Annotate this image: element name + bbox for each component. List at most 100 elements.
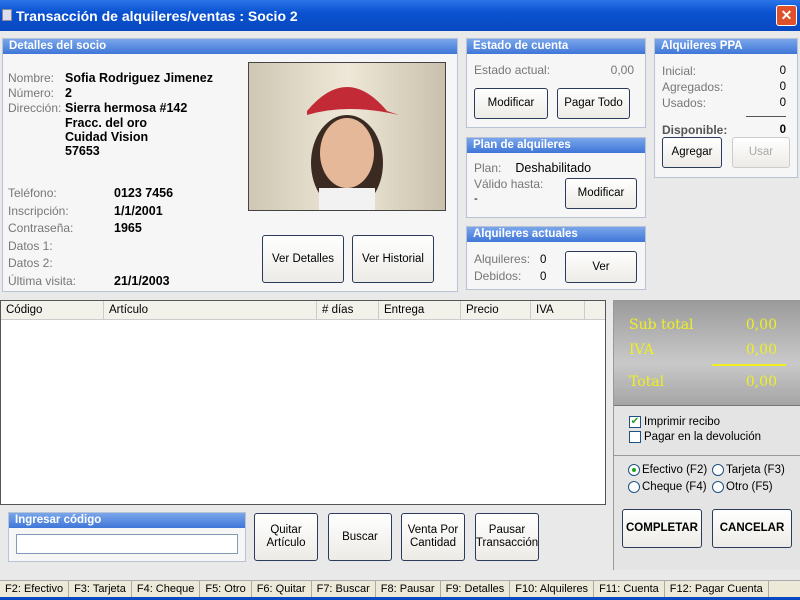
name-value: Sofia Rodriguez Jimenez: [65, 71, 213, 85]
shortcut-other: F5: Otro: [200, 581, 252, 597]
radio-label: Cheque (F4): [642, 481, 707, 493]
subtotal-value: 0,00: [745, 317, 777, 333]
address-label: Dirección:: [8, 101, 62, 115]
checkbox-checked-icon: ✔: [629, 415, 641, 428]
shortcut-pay-account: F12: Pagar Cuenta: [665, 581, 769, 597]
close-button[interactable]: ✕: [776, 5, 797, 26]
status-label: Estado actual:: [474, 63, 551, 77]
phone-value: 0123 7456: [114, 186, 174, 200]
address-value: Sierra hermosa #142: [65, 101, 188, 115]
items-table[interactable]: Código Artículo # días Entrega Precio IV…: [0, 300, 606, 505]
modify-plan-button[interactable]: Modificar: [565, 178, 637, 209]
due-value: 0: [540, 271, 547, 283]
status-value: 0,00: [610, 63, 634, 77]
shortcut-account: F11: Cuenta: [594, 581, 665, 597]
data2-label: Datos 2:: [8, 256, 53, 270]
total-label: Total: [629, 374, 665, 390]
last-visit-value: 21/1/2003: [114, 273, 170, 288]
radio-label: Efectivo (F2): [642, 464, 708, 476]
shortcut-check: F4: Cheque: [132, 581, 201, 597]
panel-header: Alquileres PPA: [655, 39, 797, 54]
initial-label: Inicial:: [662, 64, 697, 78]
shortcut-search: F7: Buscar: [312, 581, 376, 597]
valid-until-value: -: [474, 193, 478, 205]
signup-value: 1/1/2001: [114, 203, 163, 218]
data1-label: Datos 1:: [8, 238, 53, 253]
status-bar: F2: Efectivo F3: Tarjeta F4: Cheque F5: …: [0, 580, 800, 597]
totals-box: Sub total 0,00 IVA 0,00 Total 0,00: [614, 300, 800, 406]
window-title: Transacción de alquileres/ventas : Socio…: [16, 8, 298, 24]
signup-label: Inscripción:: [8, 203, 69, 218]
view-history-button[interactable]: Ver Historial: [352, 235, 434, 283]
view-details-button[interactable]: Ver Detalles: [262, 235, 344, 283]
print-receipt-checkbox[interactable]: ✔ Imprimir recibo: [629, 415, 800, 430]
column-header[interactable]: Precio: [461, 301, 531, 319]
use-ppa-button[interactable]: Usar: [732, 137, 790, 168]
title-bar: Transacción de alquileres/ventas : Socio…: [0, 0, 800, 31]
shortcut-remove: F6: Quitar: [252, 581, 312, 597]
radio-card[interactable]: Tarjeta (F3): [712, 462, 798, 479]
table-header: Código Artículo # días Entrega Precio IV…: [1, 301, 605, 320]
password-label: Contraseña:: [8, 221, 74, 235]
address-line: Cuidad Vision: [65, 130, 149, 144]
cancel-button[interactable]: CANCELAR: [712, 509, 792, 548]
total-value: 0,00: [745, 374, 777, 390]
available-value: 0: [779, 124, 786, 136]
number-label: Número:: [8, 86, 55, 100]
code-input[interactable]: [16, 534, 238, 554]
complete-button[interactable]: COMPLETAR: [622, 509, 702, 548]
panel-header: Alquileres actuales: [467, 227, 645, 242]
column-header[interactable]: # días: [317, 301, 379, 319]
available-label: Disponible:: [662, 123, 728, 137]
tax-label: IVA: [629, 342, 654, 358]
radio-label: Tarjeta (F3): [726, 464, 785, 476]
member-photo: [248, 62, 446, 211]
panel-header: Estado de cuenta: [467, 39, 645, 54]
column-header[interactable]: Artículo: [104, 301, 317, 319]
plan-value: Deshabilitado: [515, 161, 592, 175]
modify-account-button[interactable]: Modificar: [474, 88, 548, 119]
checkbox-unchecked-icon: [629, 430, 641, 443]
pause-transaction-button[interactable]: Pausar Transacción: [475, 513, 539, 561]
add-ppa-button[interactable]: Agregar: [662, 137, 722, 168]
pay-on-return-checkbox[interactable]: Pagar en la devolución: [629, 430, 800, 445]
panel-header: Plan de alquileres: [467, 138, 645, 153]
tax-value: 0,00: [745, 342, 777, 358]
radio-check[interactable]: Cheque (F4): [628, 479, 712, 496]
number-value: 2: [65, 86, 72, 100]
shortcut-pause: F8: Pausar: [376, 581, 441, 597]
column-header[interactable]: Código: [1, 301, 104, 319]
column-header[interactable]: IVA: [531, 301, 585, 319]
remove-item-button[interactable]: Quitar Artículo: [254, 513, 318, 561]
pay-all-button[interactable]: Pagar Todo: [557, 88, 630, 119]
name-label: Nombre:: [8, 71, 55, 85]
radio-icon: [628, 480, 640, 493]
shortcut-rentals: F10: Alquileres: [510, 581, 595, 597]
used-value: 0: [779, 97, 786, 109]
checkbox-label: Pagar en la devolución: [644, 431, 761, 443]
radio-cash[interactable]: Efectivo (F2): [628, 462, 712, 479]
quantity-sale-button[interactable]: Venta Por Cantidad: [401, 513, 465, 561]
added-label: Agregados:: [662, 80, 724, 94]
code-entry-panel: Ingresar código: [8, 512, 246, 562]
panel-header: Detalles del socio: [3, 39, 457, 54]
address-line: Fracc. del oro: [65, 116, 147, 130]
radio-icon: [712, 480, 724, 493]
radio-label: Otro (F5): [726, 481, 773, 493]
address-line: 57653: [65, 144, 100, 158]
phone-label: Teléfono:: [8, 186, 57, 200]
shortcut-card: F3: Tarjeta: [69, 581, 132, 597]
added-value: 0: [779, 81, 786, 93]
subtotal-label: Sub total: [629, 317, 694, 333]
checkbox-label: Imprimir recibo: [644, 416, 721, 428]
rentals-label: Alquileres:: [474, 252, 531, 266]
due-label: Debidos:: [474, 269, 522, 283]
view-rentals-button[interactable]: Ver: [565, 251, 637, 283]
used-label: Usados:: [662, 96, 707, 110]
search-button[interactable]: Buscar: [328, 513, 392, 561]
panel-header: Ingresar código: [9, 513, 245, 528]
column-header[interactable]: Entrega: [379, 301, 461, 319]
app-icon: [2, 9, 12, 21]
radio-other[interactable]: Otro (F5): [712, 479, 798, 496]
password-value: 1965: [114, 221, 142, 235]
